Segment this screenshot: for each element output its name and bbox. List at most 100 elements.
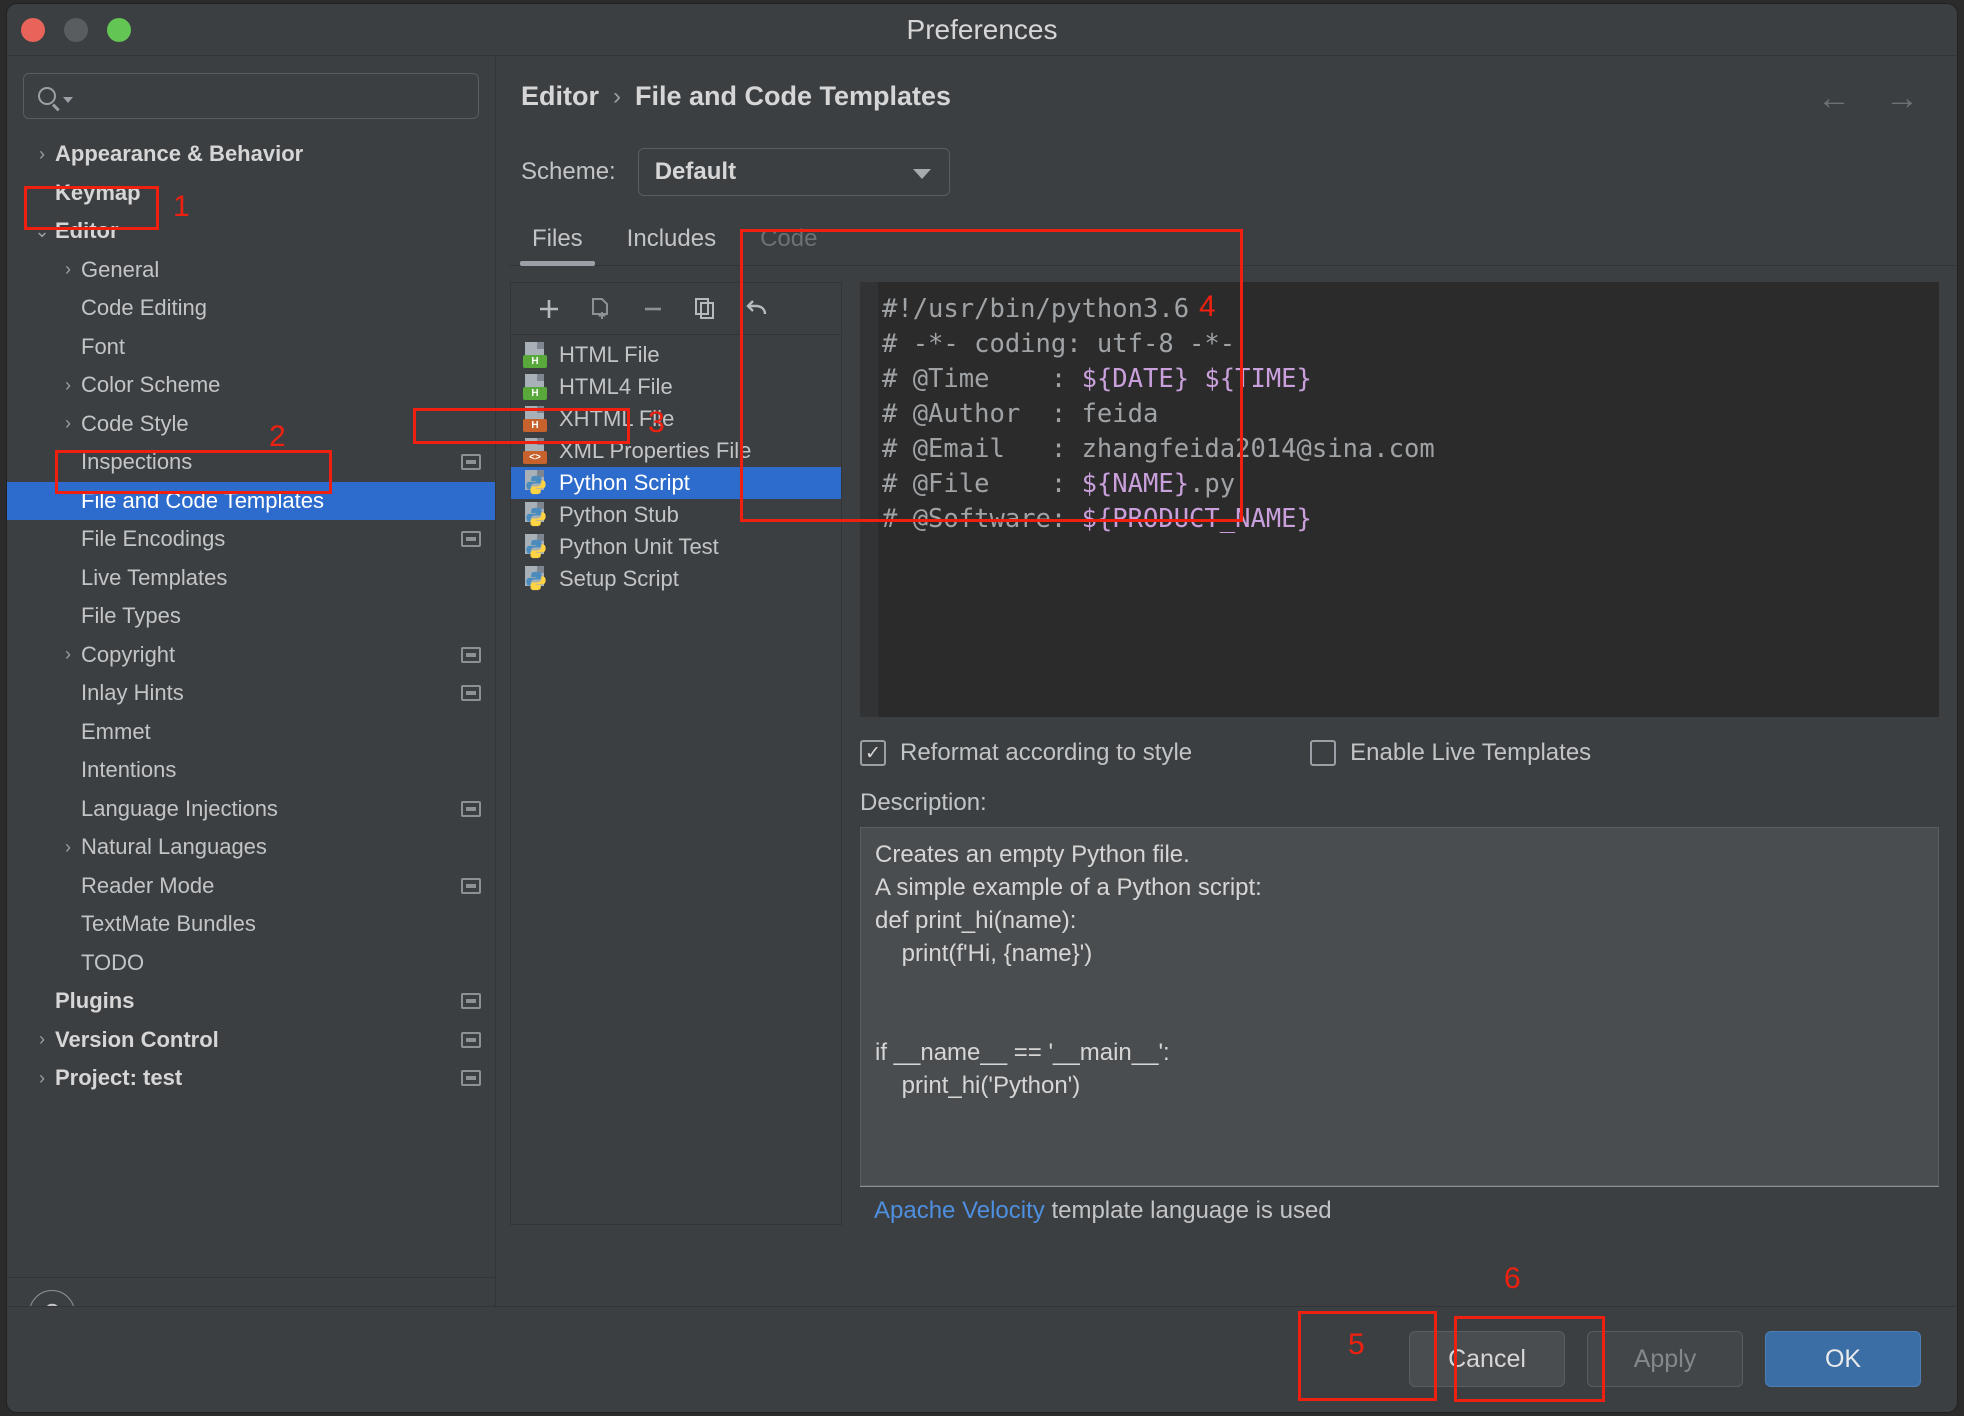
scheme-value: Default — [654, 158, 737, 185]
code-segment: # -*- coding: utf-8 -*- — [882, 329, 1236, 359]
python-file-icon — [523, 534, 547, 560]
scheme-dropdown[interactable]: Default — [637, 148, 950, 196]
sidebar-item-live-templates[interactable]: Live Templates — [7, 559, 495, 598]
sidebar-item-font[interactable]: Font — [7, 328, 495, 367]
sidebar-item-inlay-hints[interactable]: Inlay Hints — [7, 674, 495, 713]
template-list: H HTML File H HTML4 File H XHTML File <> XML Pr… — [511, 335, 841, 1224]
chevron-icon[interactable]: ⌄ — [29, 221, 55, 242]
html-file-icon: H — [523, 342, 547, 368]
scheme-label: Scheme: — [521, 158, 616, 185]
remove-template-button[interactable] — [627, 286, 679, 332]
template-list-item[interactable]: H HTML File — [511, 339, 841, 371]
main-pane: Editor › File and Code Templates ← → Sch… — [496, 56, 1957, 1347]
checkbox-reformat-according-to-style[interactable]: ✓ Reformat according to style — [860, 739, 1192, 767]
template-list-item[interactable]: <> XML Properties File — [511, 435, 841, 467]
sidebar-item-color-scheme[interactable]: › Color Scheme — [7, 366, 495, 405]
chevron-icon[interactable]: › — [29, 1068, 55, 1089]
sidebar-item-project-test[interactable]: › Project: test — [7, 1059, 495, 1098]
sidebar-item-todo[interactable]: TODO — [7, 944, 495, 983]
preferences-window: Preferences › Appearance & Behavior Keymap… — [7, 4, 1957, 1412]
sidebar-item-code-editing[interactable]: Code Editing — [7, 289, 495, 328]
tab-includes[interactable]: Includes — [605, 225, 738, 265]
checkbox-icon[interactable] — [1310, 740, 1337, 766]
sidebar-item-file-types[interactable]: File Types — [7, 597, 495, 636]
sidebar-item-copyright[interactable]: › Copyright — [7, 636, 495, 675]
copy-template-button[interactable] — [575, 286, 627, 332]
python-file-icon — [523, 470, 547, 496]
sidebar-item-intentions[interactable]: Intentions — [7, 751, 495, 790]
project-scope-icon — [461, 1031, 481, 1048]
sidebar-item-reader-mode[interactable]: Reader Mode — [7, 867, 495, 906]
code-segment: # @File : — [882, 469, 1082, 499]
sidebar-item-inspections[interactable]: Inspections — [7, 443, 495, 482]
sidebar-item-label: Version Control — [55, 1026, 219, 1052]
cancel-button[interactable]: Cancel — [1409, 1331, 1565, 1387]
sidebar-item-emmet[interactable]: Emmet — [7, 713, 495, 752]
sidebar-item-appearance-behavior[interactable]: › Appearance & Behavior — [7, 135, 495, 174]
template-list-item[interactable]: Python Script — [511, 467, 841, 499]
chevron-icon[interactable]: › — [55, 413, 81, 434]
chevron-down-icon — [912, 169, 931, 179]
sidebar-item-label: Code Editing — [81, 295, 207, 321]
reset-template-button[interactable] — [731, 286, 783, 332]
template-list-toolbar — [511, 283, 841, 335]
sidebar-item-code-style[interactable]: › Code Style — [7, 405, 495, 444]
template-item-label: HTML4 File — [559, 374, 673, 399]
annotation-number-3: 3 — [648, 406, 665, 439]
checkbox-icon[interactable]: ✓ — [860, 740, 886, 766]
velocity-note: Apache Velocity template language is use… — [860, 1186, 1939, 1225]
sidebar-item-natural-languages[interactable]: › Natural Languages — [7, 828, 495, 867]
template-list-item[interactable]: Setup Script — [511, 563, 841, 595]
sidebar-item-textmate-bundles[interactable]: TextMate Bundles — [7, 905, 495, 944]
sidebar-item-version-control[interactable]: › Version Control — [7, 1021, 495, 1060]
chevron-icon[interactable]: › — [55, 375, 81, 396]
dialog-buttons: Cancel Apply OK — [1409, 1331, 1921, 1387]
code-segment: # @Email : zhangfeida2014@sina.com — [882, 434, 1435, 464]
template-list-item[interactable]: Python Unit Test — [511, 531, 841, 563]
sidebar-item-plugins[interactable]: Plugins — [7, 982, 495, 1021]
sidebar-item-file-and-code-templates[interactable]: File and Code Templates — [7, 481, 495, 520]
chevron-icon[interactable]: › — [55, 259, 81, 280]
chevron-icon[interactable]: › — [29, 144, 55, 165]
template-list-item[interactable]: H XHTML File — [511, 403, 841, 435]
tab-bar: Files Includes Code — [510, 214, 1957, 266]
description-box: Creates an empty Python file. A simple e… — [860, 827, 1939, 1186]
chevron-down-icon — [63, 96, 73, 103]
apache-velocity-link[interactable]: Apache Velocity — [874, 1197, 1045, 1224]
ok-button[interactable]: OK — [1765, 1331, 1921, 1387]
template-list-item[interactable]: H HTML4 File — [511, 371, 841, 403]
sidebar-item-label: Color Scheme — [81, 372, 221, 398]
template-code-editor[interactable]: #!/usr/bin/python3.6 # -*- coding: utf-8 … — [860, 282, 1939, 717]
template-item-label: Python Stub — [559, 502, 679, 527]
sidebar-item-general[interactable]: › General — [7, 251, 495, 290]
apply-button[interactable]: Apply — [1587, 1331, 1743, 1387]
template-item-label: Python Unit Test — [559, 534, 719, 559]
forward-arrow-icon[interactable]: → — [1885, 81, 1919, 115]
code-line: # @File : ${NAME}.py — [882, 467, 1939, 502]
code-line: # @Time : ${DATE} ${TIME} — [882, 362, 1939, 397]
sidebar-item-label: Inspections — [81, 449, 193, 475]
template-list-item[interactable]: Python Stub — [511, 499, 841, 531]
breadcrumb-parent[interactable]: Editor — [521, 81, 599, 112]
sidebar-item-keymap[interactable]: Keymap — [7, 174, 495, 213]
chevron-icon[interactable]: › — [55, 837, 81, 858]
sidebar-item-label: Project: test — [55, 1065, 183, 1091]
checkbox-label: Reformat according to style — [900, 739, 1193, 766]
add-template-button[interactable] — [523, 286, 575, 332]
sidebar-item-editor[interactable]: ⌄ Editor — [7, 212, 495, 251]
project-scope-icon — [461, 454, 481, 470]
scheme-row: Scheme: Default — [521, 148, 950, 196]
sidebar-item-language-injections[interactable]: Language Injections — [7, 790, 495, 829]
checkbox-enable-live-templates[interactable]: Enable Live Templates — [1310, 739, 1591, 767]
tab-code: Code — [760, 225, 818, 252]
chevron-icon[interactable]: › — [55, 644, 81, 665]
template-item-label: Python Script — [559, 470, 690, 495]
code-segment: # @Author : feida — [882, 399, 1159, 429]
tab-files[interactable]: Files — [510, 225, 605, 266]
duplicate-template-button[interactable] — [679, 286, 731, 332]
sidebar-item-file-encodings[interactable]: File Encodings — [7, 520, 495, 559]
checkbox-label: Enable Live Templates — [1350, 739, 1592, 766]
back-arrow-icon[interactable]: ← — [1817, 81, 1851, 115]
chevron-icon[interactable]: › — [29, 1029, 55, 1050]
search-input[interactable] — [23, 73, 479, 119]
